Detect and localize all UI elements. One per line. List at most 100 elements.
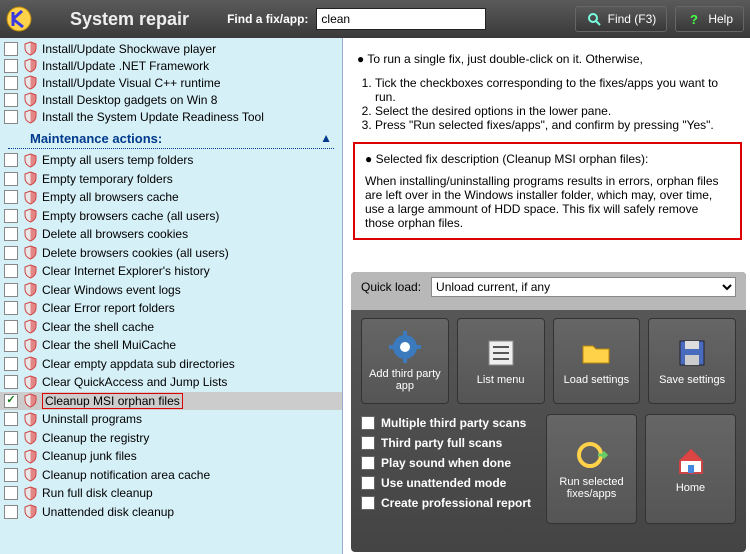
run-icon <box>575 438 609 472</box>
section-header[interactable]: Maintenance actions:▲ <box>8 127 334 149</box>
fix-item[interactable]: Install the System Update Readiness Tool <box>0 108 342 125</box>
add-third-party-app-button[interactable]: Add third party app <box>361 318 449 404</box>
fix-item[interactable]: Cleanup junk files <box>0 447 342 466</box>
checkbox[interactable] <box>4 190 18 204</box>
fix-item[interactable]: Install/Update Visual C++ runtime <box>0 74 342 91</box>
checkbox[interactable] <box>4 505 18 519</box>
shield-icon <box>22 300 38 316</box>
shield-icon <box>22 109 38 125</box>
checkbox[interactable] <box>4 375 18 389</box>
checkbox[interactable] <box>4 320 18 334</box>
option-checkbox-row[interactable]: Use unattended mode <box>361 476 538 490</box>
home-button[interactable]: Home <box>645 414 736 524</box>
selected-fix-description: ● Selected fix description (Cleanup MSI … <box>353 142 742 240</box>
checkbox[interactable] <box>4 172 18 186</box>
fix-item[interactable]: Install/Update Shockwave player <box>0 40 342 57</box>
option-checkbox-row[interactable]: Create professional report <box>361 496 538 510</box>
list-menu-button[interactable]: List menu <box>457 318 545 404</box>
fix-item[interactable]: Empty all users temp folders <box>0 151 342 170</box>
checkbox[interactable] <box>4 246 18 260</box>
fix-item[interactable]: Clear QuickAccess and Jump Lists <box>0 373 342 392</box>
checkbox[interactable] <box>4 93 18 107</box>
checkbox[interactable] <box>4 357 18 371</box>
fix-item[interactable]: Clear the shell cache <box>0 318 342 337</box>
shield-icon <box>22 245 38 261</box>
checkbox[interactable] <box>361 476 375 490</box>
checkbox-label: Multiple third party scans <box>381 416 526 430</box>
quick-load-select[interactable]: Unload current, if any <box>431 277 736 297</box>
checkbox[interactable] <box>4 412 18 426</box>
checkbox[interactable] <box>361 456 375 470</box>
fix-item-label: Clear Internet Explorer's history <box>42 264 210 278</box>
checkbox[interactable] <box>4 338 18 352</box>
checkbox[interactable] <box>4 283 18 297</box>
fix-item[interactable]: Clear Error report folders <box>0 299 342 318</box>
fix-item[interactable]: Delete browsers cookies (all users) <box>0 244 342 263</box>
options-panel: Quick load: Unload current, if any Add t… <box>351 272 746 552</box>
checkbox-label: Create professional report <box>381 496 531 510</box>
option-checkbox-row[interactable]: Third party full scans <box>361 436 538 450</box>
fix-item-label: Cleanup notification area cache <box>42 468 210 482</box>
checkbox[interactable] <box>4 42 18 56</box>
option-checkbox-row[interactable]: Play sound when done <box>361 456 538 470</box>
button-label: Home <box>676 482 705 494</box>
save-settings-button[interactable]: Save settings <box>648 318 736 404</box>
instruction-step: Select the desired options in the lower … <box>375 104 734 118</box>
shield-icon <box>22 208 38 224</box>
fix-item[interactable]: Install Desktop gadgets on Win 8 <box>0 91 342 108</box>
fix-item[interactable]: Clear the shell MuiCache <box>0 336 342 355</box>
fix-item-label: Cleanup the registry <box>42 431 149 445</box>
checkbox[interactable] <box>4 153 18 167</box>
fix-item-label: Clear Windows event logs <box>42 283 181 297</box>
checkbox[interactable] <box>4 264 18 278</box>
checkbox-label: Third party full scans <box>381 436 502 450</box>
checkbox[interactable] <box>4 110 18 124</box>
shield-icon <box>22 430 38 446</box>
find-label: Find a fix/app: <box>227 12 308 26</box>
search-input[interactable] <box>316 8 486 30</box>
button-label: Run selected fixes/apps <box>547 476 636 500</box>
checkbox[interactable] <box>4 76 18 90</box>
shield-icon <box>22 448 38 464</box>
find-button[interactable]: Find (F3) <box>575 6 668 32</box>
checkbox[interactable]: ✓ <box>4 394 18 408</box>
checkbox[interactable] <box>4 468 18 482</box>
section-title: Maintenance actions: <box>30 131 162 146</box>
checkbox[interactable] <box>361 416 375 430</box>
checkbox[interactable] <box>4 486 18 500</box>
shield-icon <box>22 393 38 409</box>
fix-item[interactable]: Run full disk cleanup <box>0 484 342 503</box>
fix-item[interactable]: Empty temporary folders <box>0 170 342 189</box>
fix-item[interactable]: Delete all browsers cookies <box>0 225 342 244</box>
fix-item[interactable]: Empty all browsers cache <box>0 188 342 207</box>
load-settings-button[interactable]: Load settings <box>553 318 641 404</box>
fix-item-label: Empty all users temp folders <box>42 153 193 167</box>
fix-item[interactable]: Clear empty appdata sub directories <box>0 355 342 374</box>
fix-item[interactable]: Cleanup notification area cache <box>0 466 342 485</box>
checkbox[interactable] <box>4 449 18 463</box>
checkbox[interactable] <box>4 301 18 315</box>
fix-item-label: Unattended disk cleanup <box>42 505 174 519</box>
checkbox[interactable] <box>4 431 18 445</box>
checkbox[interactable] <box>361 436 375 450</box>
folder-icon <box>579 336 613 370</box>
home-icon <box>674 444 708 478</box>
checkbox[interactable] <box>4 209 18 223</box>
fix-item[interactable]: Cleanup the registry <box>0 429 342 448</box>
help-button[interactable]: ? Help <box>675 6 744 32</box>
fix-item[interactable]: Clear Windows event logs <box>0 281 342 300</box>
checkbox[interactable] <box>361 496 375 510</box>
option-checkbox-row[interactable]: Multiple third party scans <box>361 416 538 430</box>
fix-item-label: Clear QuickAccess and Jump Lists <box>42 375 227 389</box>
fix-item[interactable]: Clear Internet Explorer's history <box>0 262 342 281</box>
fix-item[interactable]: Unattended disk cleanup <box>0 503 342 522</box>
fix-item[interactable]: Install/Update .NET Framework <box>0 57 342 74</box>
fix-item[interactable]: ✓Cleanup MSI orphan files <box>0 392 342 411</box>
run-selected-fixes-apps-button[interactable]: Run selected fixes/apps <box>546 414 637 524</box>
checkbox[interactable] <box>4 227 18 241</box>
fix-item-label: Empty browsers cache (all users) <box>42 209 219 223</box>
fix-item[interactable]: Uninstall programs <box>0 410 342 429</box>
fix-item[interactable]: Empty browsers cache (all users) <box>0 207 342 226</box>
checkbox[interactable] <box>4 59 18 73</box>
shield-icon <box>22 282 38 298</box>
